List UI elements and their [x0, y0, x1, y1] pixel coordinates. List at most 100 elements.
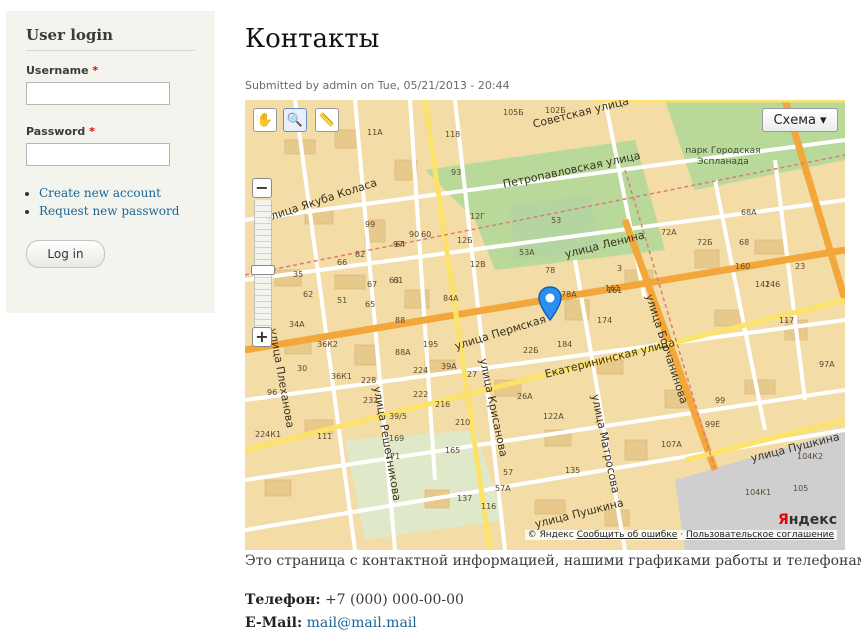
page-title: Контакты — [245, 24, 380, 54]
email-link[interactable]: mail@mail.mail — [307, 615, 417, 631]
house-number: 111 — [317, 432, 333, 441]
login-links-list: Create new account Request new password — [26, 186, 195, 218]
house-number: 53 — [551, 216, 562, 225]
house-number: 64 — [395, 240, 406, 249]
email-label: E-Mail: — [245, 615, 303, 631]
house-number: 99 — [715, 396, 726, 405]
login-button[interactable]: Log in — [26, 240, 105, 268]
submitted-info: Submitted by admin on Tue, 05/21/2013 - … — [245, 79, 510, 92]
map-layer-select[interactable]: Схема ▾ — [762, 108, 838, 132]
house-number: 36К1 — [331, 372, 352, 381]
house-number: 62 — [303, 290, 314, 299]
yandex-logo: Яндекс — [777, 512, 837, 528]
user-login-block: User login Username * Password * Create … — [6, 11, 215, 313]
house-number: 169 — [389, 434, 405, 443]
house-number: 88А — [395, 348, 411, 357]
house-number: 93 — [451, 168, 462, 177]
password-input[interactable] — [26, 143, 170, 166]
list-item: Request new password — [39, 204, 195, 218]
hand-icon[interactable]: ✋ — [253, 108, 277, 132]
house-number: 12Б — [457, 236, 473, 245]
house-number: 165 — [445, 446, 461, 455]
email-line: E-Mail: mail@mail.mail — [245, 615, 417, 631]
house-number: 12В — [470, 260, 486, 269]
chevron-down-icon: ▾ — [820, 112, 827, 128]
house-number: 99 — [365, 220, 376, 229]
house-number: 27 — [467, 370, 478, 379]
yandex-map[interactable]: Советская улица Петропавловская улица па… — [245, 100, 845, 550]
house-number: 39А — [441, 362, 457, 371]
house-number: 78А — [561, 290, 577, 299]
house-number: 105 — [793, 484, 809, 493]
house-number: 72А — [661, 228, 677, 237]
house-number: 61 — [393, 276, 404, 285]
report-error-link[interactable]: Сообщить об ошибке — [577, 530, 678, 540]
phone-value: +7 (000) 000-00-00 — [324, 592, 464, 608]
password-label: Password * — [26, 125, 95, 138]
house-number: 171 — [385, 452, 401, 461]
house-number: 3 — [617, 264, 623, 273]
house-number: 232 — [363, 396, 379, 405]
house-number: 30 — [297, 364, 308, 373]
house-number: 104К2 — [797, 452, 824, 461]
house-number: 78 — [545, 266, 556, 275]
house-number: 53А — [519, 248, 535, 257]
list-item: Create new account — [39, 186, 195, 200]
house-number: 137 — [457, 494, 473, 503]
house-number: 34А — [289, 320, 305, 329]
house-number: 65 — [365, 300, 376, 309]
ruler-icon[interactable]: 📏 — [315, 108, 339, 132]
house-number: 195 — [423, 340, 439, 349]
house-number: 105Б — [503, 108, 524, 117]
house-number: 68А — [741, 208, 757, 217]
house-number: 39/5 — [389, 412, 407, 421]
create-account-link[interactable]: Create new account — [39, 186, 161, 200]
house-number: 11A — [367, 128, 383, 137]
house-number: 102Б — [545, 106, 566, 115]
house-number: 57 — [503, 468, 514, 477]
house-number: 210 — [455, 418, 471, 427]
house-number: 51 — [337, 296, 348, 305]
house-number: 216 — [435, 400, 451, 409]
zoom-in-button[interactable]: + — [252, 327, 272, 347]
house-number: 118 — [445, 130, 461, 139]
required-mark: * — [89, 125, 95, 138]
phone-line: Телефон: +7 (000) 000-00-00 — [245, 592, 464, 608]
house-number: 67 — [367, 280, 378, 289]
house-number: 84А — [443, 294, 459, 303]
house-number: 66 — [337, 258, 348, 267]
block-title: User login — [26, 26, 195, 51]
house-number: 224К1 — [255, 430, 282, 439]
map-copyright: © Яндекс Сообщить об ошибке · Пользовате… — [524, 530, 837, 540]
request-password-link[interactable]: Request new password — [39, 204, 179, 218]
house-number: 184 — [557, 340, 573, 349]
magnifier-icon[interactable]: 🔍 — [283, 108, 307, 132]
house-number: 160 — [735, 262, 751, 271]
house-number: 60 — [421, 230, 432, 239]
username-label: Username * — [26, 64, 99, 77]
house-number: 22Б — [523, 346, 539, 355]
house-number: 107А — [661, 440, 682, 449]
house-number: 142 — [755, 280, 771, 289]
house-number: 12Г — [470, 212, 486, 221]
house-number: 97А — [819, 360, 835, 369]
terms-link[interactable]: Пользовательское соглашение — [686, 530, 834, 540]
house-number: 68 — [739, 238, 750, 247]
house-number: 117 — [779, 316, 795, 325]
username-input[interactable] — [26, 82, 170, 105]
house-number: 116 — [481, 502, 497, 511]
zoom-slider-thumb[interactable] — [251, 265, 275, 275]
house-number: 99Е — [705, 420, 721, 429]
house-number: 35 — [293, 270, 304, 279]
house-number: 222 — [413, 390, 429, 399]
house-number: 57А — [495, 484, 511, 493]
house-number: 72Б — [697, 238, 713, 247]
house-number: 122А — [543, 412, 564, 421]
phone-label: Телефон: — [245, 592, 321, 608]
house-number: 90 — [409, 230, 420, 239]
house-number: 26А — [517, 392, 533, 401]
zoom-out-button[interactable]: − — [252, 178, 272, 198]
location-pin-icon[interactable] — [537, 286, 563, 322]
house-number: 82 — [355, 250, 366, 259]
park-label: парк Городская Эспланада — [685, 146, 761, 167]
